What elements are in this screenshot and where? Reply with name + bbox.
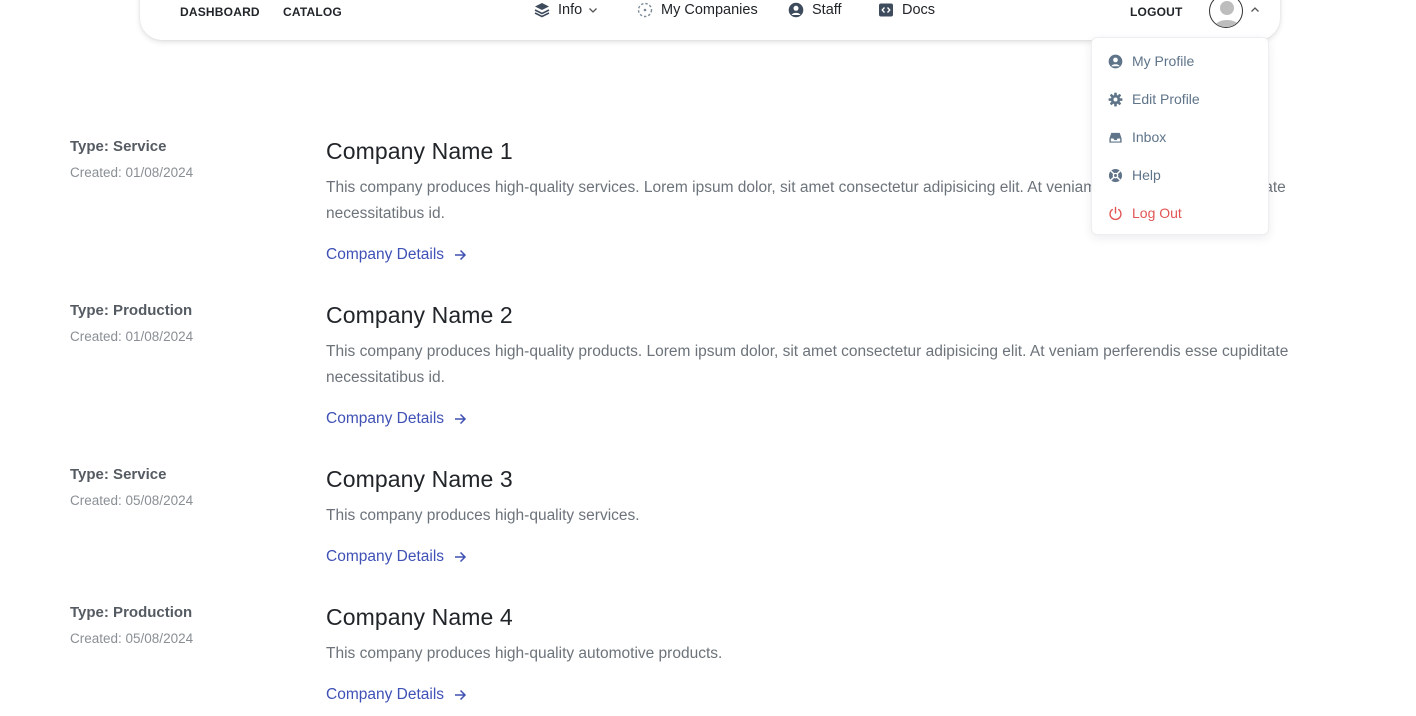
company-details-link[interactable]: Company Details [326,686,467,704]
nav-info-label: Info [558,2,583,18]
nav-logout-link[interactable]: LOGOUT [1130,5,1183,19]
company-created-date: Created: 05/08/2024 [70,631,194,646]
chevron-up-icon[interactable] [1250,5,1260,15]
menu-item-label: Help [1132,167,1161,183]
nav-catalog-link[interactable]: CATALOG [283,5,342,19]
company-details-link[interactable]: Company Details [326,410,467,428]
company-name-heading: Company Name 1 [326,138,513,164]
arrow-right-icon [455,689,467,701]
company-created-date: Created: 01/08/2024 [70,165,194,180]
company-type: Type: Production [70,604,193,621]
dashed-circle-icon [637,2,653,18]
code-icon [879,3,893,17]
user-circle-icon [1108,54,1123,68]
company-type: Type: Service [70,466,167,483]
company-details-label: Company Details [326,410,445,427]
company-description: This company produces high-quality autom… [326,645,723,662]
company-details-link[interactable]: Company Details [326,548,467,566]
company-details-label: Company Details [326,246,445,263]
nav-dashboard-link[interactable]: DASHBOARD [180,5,260,19]
nav-my-companies-label: My Companies [661,2,758,18]
company-type: Type: Production [70,302,193,319]
company-name-heading: Company Name 2 [326,302,513,328]
company-name-heading: Company Name 3 [326,466,513,492]
company-details-label: Company Details [326,686,445,703]
power-icon [1109,206,1122,220]
nav-docs-link[interactable]: Docs [878,2,935,18]
nav-docs-label: Docs [902,2,936,18]
lifebuoy-icon [1108,168,1123,182]
avatar[interactable] [1209,0,1243,28]
nav-info-dropdown[interactable]: Info [534,2,606,18]
profile-dropdown-menu: My Profile Edit Profile Inbox Help Log O… [1091,37,1269,235]
company-details-link[interactable]: Company Details [326,246,467,264]
company-details-label: Company Details [326,548,445,565]
nav-staff-link[interactable]: Staff [788,2,842,18]
menu-item-label: Inbox [1132,129,1167,145]
nav-my-companies-link[interactable]: My Companies [637,2,758,18]
menu-item-label: Log Out [1132,205,1182,221]
company-description: This company produces high-quality servi… [326,507,640,524]
top-navbar: DASHBOARD CATALOG Info My Companies Staf… [140,0,1280,40]
menu-item-help[interactable]: Help [1108,167,1161,183]
inbox-icon [1109,132,1122,143]
company-description: This company produces high-quality produ… [326,343,1289,386]
company-created-date: Created: 01/08/2024 [70,329,194,344]
menu-item-my-profile[interactable]: My Profile [1108,53,1194,69]
menu-item-edit-profile[interactable]: Edit Profile [1108,91,1200,107]
user-avatar-icon [1213,1,1241,27]
gear-icon [1108,92,1123,106]
company-type: Type: Service [70,138,167,155]
menu-item-inbox[interactable]: Inbox [1108,129,1166,145]
menu-item-label: Edit Profile [1132,91,1200,107]
nav-staff-label: Staff [812,2,842,18]
company-created-date: Created: 05/08/2024 [70,493,194,508]
layers-icon [534,3,550,18]
arrow-right-icon [455,249,467,261]
arrow-right-icon [455,413,467,425]
company-name-heading: Company Name 4 [326,604,513,630]
chevron-down-icon [589,8,598,13]
user-circle-icon [788,2,804,18]
menu-item-label: My Profile [1132,53,1195,69]
arrow-right-icon [455,551,467,563]
menu-item-log-out[interactable]: Log Out [1108,205,1182,221]
